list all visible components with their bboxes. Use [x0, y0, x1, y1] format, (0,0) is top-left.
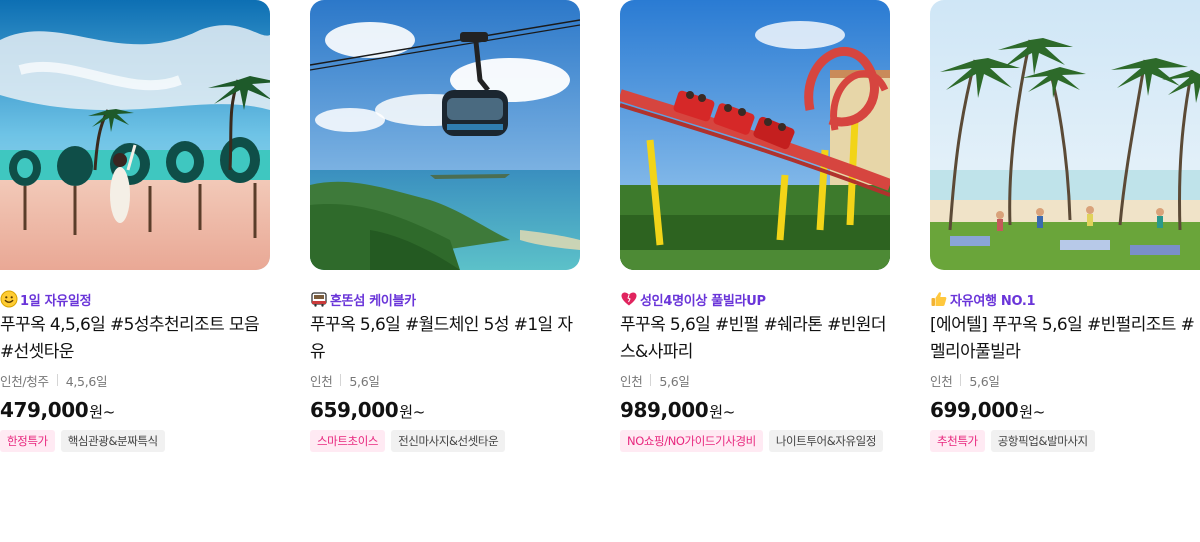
thumbs-up-icon [930, 290, 948, 308]
feature-chip: 핵심관광&분짜특식 [60, 430, 165, 452]
product-tag-label: 혼똔섬 케이블카 [330, 293, 416, 309]
product-meta: 인천/청주 4,5,6일 [0, 371, 270, 389]
price-unit: 원~ [1019, 403, 1046, 421]
departure-city: 인천 [930, 373, 953, 389]
product-card-3[interactable]: 성인4명이상 풀빌라UP 푸꾸옥 5,6일 #빈펄 #쉐라톤 #빈원더스&사파리… [620, 0, 890, 452]
price-amount: 699,000 [930, 398, 1019, 422]
departure-city: 인천 [620, 373, 643, 389]
product-thumbnail-palm-beach[interactable] [930, 0, 1200, 270]
product-price: 479,000 원~ [0, 398, 270, 424]
product-thumbnail-cable-car[interactable] [310, 0, 580, 270]
product-card-2[interactable]: 혼똔섬 케이블카 푸꾸옥 5,6일 #월드체인 5성 #1일 자유 인천 5,6… [310, 0, 580, 452]
meta-divider [650, 374, 652, 386]
product-price: 659,000 원~ [310, 398, 580, 424]
feature-chip: 전신마사지&선셋타운 [391, 430, 506, 452]
promo-chip: 추천특가 [930, 430, 985, 452]
departure-city: 인천 [310, 373, 333, 389]
product-thumbnail-beach-sign[interactable] [0, 0, 270, 270]
trip-duration: 4,5,6일 [65, 373, 108, 389]
price-amount: 989,000 [620, 398, 709, 422]
departure-city: 인천/청주 [0, 373, 49, 389]
product-chips: NO쇼핑/NO가이드기사경비 나이트투어&자유일정 [620, 430, 890, 452]
product-title[interactable]: 푸꾸옥 5,6일 #빈펄 #쉐라톤 #빈원더스&사파리 [620, 312, 890, 366]
meta-divider [960, 374, 962, 386]
product-chips: 한정특가 핵심관광&분짜특식 [0, 430, 270, 452]
product-price: 699,000 원~ [930, 398, 1200, 424]
price-amount: 479,000 [0, 398, 89, 422]
product-tag-label: 성인4명이상 풀빌라UP [640, 293, 766, 309]
product-tagline: 혼똔섬 케이블카 [310, 290, 580, 309]
product-title[interactable]: 푸꾸옥 4,5,6일 #5성추천리조트 모음 #선셋타운 [0, 312, 270, 366]
product-tag-label: 자유여행 NO.1 [950, 293, 1036, 309]
product-tagline: 1일 자유일정 [0, 290, 270, 309]
meta-divider [340, 374, 342, 386]
product-tagline: 성인4명이상 풀빌라UP [620, 290, 890, 309]
price-unit: 원~ [399, 403, 426, 421]
price-unit: 원~ [89, 403, 116, 421]
smiley-face-icon [0, 290, 18, 308]
promo-chip: 스마트초이스 [310, 430, 386, 452]
promo-chip: 한정특가 [0, 430, 55, 452]
product-card-4[interactable]: 자유여행 NO.1 [에어텔] 푸꾸옥 5,6일 #빈펄리조트 #멜리아풀빌라 … [930, 0, 1200, 452]
product-title[interactable]: 푸꾸옥 5,6일 #월드체인 5성 #1일 자유 [310, 312, 580, 366]
promo-chip: NO쇼핑/NO가이드기사경비 [620, 430, 763, 452]
meta-divider [56, 374, 58, 386]
product-tagline: 자유여행 NO.1 [930, 290, 1200, 309]
product-title[interactable]: [에어텔] 푸꾸옥 5,6일 #빈펄리조트 #멜리아풀빌라 [930, 312, 1200, 366]
product-price: 989,000 원~ [620, 398, 890, 424]
product-meta: 인천 5,6일 [310, 371, 580, 389]
product-card-row: 1일 자유일정 푸꾸옥 4,5,6일 #5성추천리조트 모음 #선셋타운 인천/… [0, 0, 1200, 542]
heart-icon [620, 290, 638, 308]
feature-chip: 나이트투어&자유일정 [768, 430, 883, 452]
train-icon [310, 290, 328, 308]
price-unit: 원~ [709, 403, 736, 421]
feature-chip: 공항픽업&발마사지 [990, 430, 1095, 452]
product-thumbnail-roller-coaster[interactable] [620, 0, 890, 270]
trip-duration: 5,6일 [349, 373, 380, 389]
trip-duration: 5,6일 [659, 373, 690, 389]
product-chips: 추천특가 공항픽업&발마사지 [930, 430, 1200, 452]
product-chips: 스마트초이스 전신마사지&선셋타운 [310, 430, 580, 452]
price-amount: 659,000 [310, 398, 399, 422]
product-meta: 인천 5,6일 [620, 371, 890, 389]
product-meta: 인천 5,6일 [930, 371, 1200, 389]
trip-duration: 5,6일 [969, 373, 1000, 389]
product-tag-label: 1일 자유일정 [20, 293, 92, 309]
product-card-1[interactable]: 1일 자유일정 푸꾸옥 4,5,6일 #5성추천리조트 모음 #선셋타운 인천/… [0, 0, 270, 452]
